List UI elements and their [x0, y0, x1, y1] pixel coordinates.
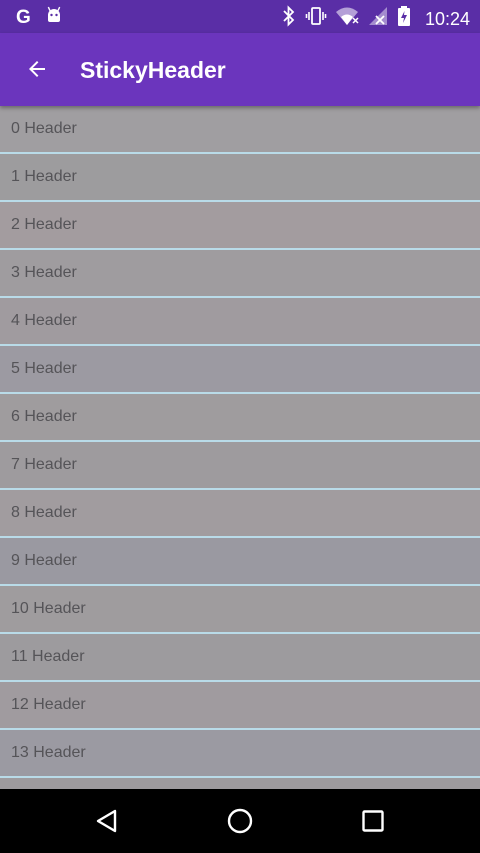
list-item[interactable]: 11 Header — [0, 634, 480, 682]
list-item-label: 0 Header — [11, 120, 77, 137]
app-bar: StickyHeader — [0, 33, 480, 106]
wifi-icon — [335, 5, 359, 32]
recents-square-icon — [362, 810, 384, 832]
list-item[interactable]: 1 Header — [0, 154, 480, 202]
list-item-label: 10 Header — [11, 600, 86, 617]
list-item[interactable]: 9 Header — [0, 538, 480, 586]
home-circle-icon — [227, 808, 253, 834]
list-item[interactable]: 10 Header — [0, 586, 480, 634]
list-item-label: 13 Header — [11, 744, 86, 761]
bluetooth-icon — [281, 5, 297, 32]
list-item-label: 6 Header — [11, 408, 77, 425]
status-time: 10:24 — [424, 8, 470, 29]
header-list[interactable]: 0 Header 1 Header 2 Header 3 Header 4 Header… — [0, 106, 480, 789]
list-item-label: 4 Header — [11, 312, 77, 329]
android-icon — [45, 6, 63, 29]
list-item-label: 3 Header — [11, 264, 77, 281]
list-item-label: 2 Header — [11, 216, 77, 233]
list-item-label: 5 Header — [11, 360, 77, 377]
list-item[interactable]: 0 Header — [0, 106, 480, 154]
arrow-back-icon — [29, 61, 45, 77]
list-item-label: 8 Header — [11, 504, 77, 521]
list-item-label: 9 Header — [11, 552, 77, 569]
navigation-bar — [0, 789, 480, 853]
no-signal-icon — [367, 5, 389, 32]
list-item[interactable]: 6 Header — [0, 394, 480, 442]
nav-back-button[interactable] — [75, 797, 139, 845]
list-item[interactable]: 2 Header — [0, 202, 480, 250]
list-item[interactable]: 4 Header — [0, 298, 480, 346]
list-item[interactable]: 3 Header — [0, 250, 480, 298]
google-icon: G — [16, 6, 31, 28]
list-item[interactable]: 5 Header — [0, 346, 480, 394]
vibrate-icon — [305, 5, 327, 32]
battery-icon — [397, 5, 411, 32]
list-item-label: 7 Header — [11, 456, 77, 473]
page-title: StickyHeader — [80, 57, 226, 83]
list-item-label: 1 Header — [11, 168, 77, 185]
list-item[interactable]: 12 Header — [0, 682, 480, 730]
back-button[interactable] — [13, 45, 61, 93]
list-item[interactable]: 13 Header — [0, 730, 480, 778]
list-item[interactable] — [0, 778, 480, 789]
list-item-label: 12 Header — [11, 696, 86, 713]
nav-home-button[interactable] — [208, 797, 272, 845]
status-left-icons: G — [16, 6, 63, 29]
back-triangle-icon — [96, 809, 117, 833]
nav-recents-button[interactable] — [341, 797, 405, 845]
list-item-label: 11 Header — [11, 648, 85, 665]
list-item[interactable]: 7 Header — [0, 442, 480, 490]
list-item[interactable]: 8 Header — [0, 490, 480, 538]
screen: G 10:24 StickyHeader 0 Header 1 Header 2… — [0, 0, 480, 853]
status-right-icons: 10:24 — [281, 5, 470, 32]
status-bar: G 10:24 — [0, 0, 480, 33]
